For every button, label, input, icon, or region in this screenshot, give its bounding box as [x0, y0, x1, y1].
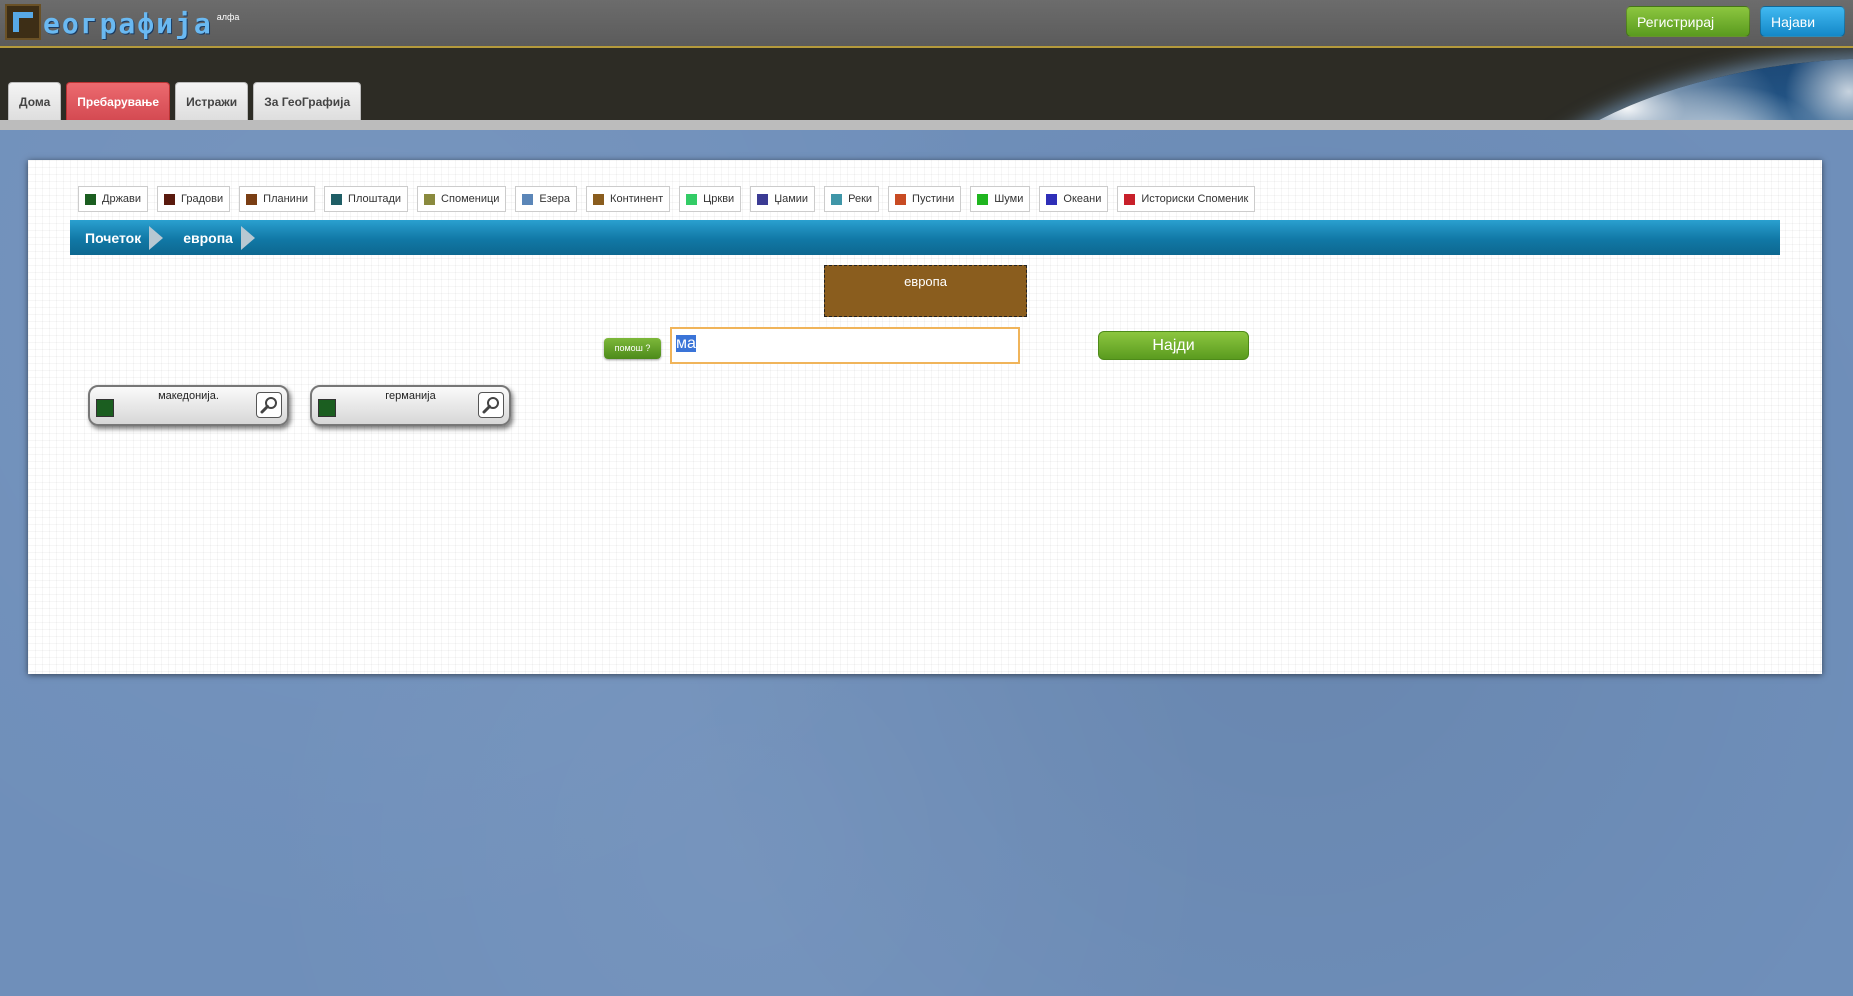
tab-search[interactable]: Пребарување	[66, 82, 171, 120]
earth-banner-image	[1480, 58, 1853, 120]
legend-item-countries[interactable]: Држави	[78, 186, 149, 212]
tab-about[interactable]: За ГеоГрафија	[253, 82, 362, 120]
breadcrumb-label: европа	[183, 229, 233, 246]
app-logo[interactable]: еографија алфа	[5, 4, 239, 42]
legend-item-deserts[interactable]: Пустини	[888, 186, 962, 212]
help-button[interactable]: помош ?	[604, 338, 661, 359]
legend-swatch	[1124, 193, 1136, 205]
breadcrumb-label: Почеток	[85, 229, 142, 246]
search-input[interactable]: ма	[670, 327, 1020, 364]
legend-label: Џамии	[774, 193, 809, 205]
legend-item-continent[interactable]: Континент	[586, 186, 671, 212]
logo-g-icon	[5, 4, 41, 40]
legend-label: Планини	[263, 193, 309, 205]
legend-item-monuments[interactable]: Споменици	[417, 186, 507, 212]
breadcrumb-item-home[interactable]: Почеток	[85, 225, 164, 250]
legend-swatch	[831, 193, 843, 205]
legend-swatch	[1046, 193, 1058, 205]
legend-item-forests[interactable]: Шуми	[970, 186, 1031, 212]
legend-label: Континент	[610, 193, 664, 205]
register-button[interactable]: Регистрирај Се!	[1626, 6, 1750, 61]
legend-item-historic-monument[interactable]: Историски Споменик	[1117, 186, 1256, 212]
legend-item-rivers[interactable]: Реки	[824, 186, 880, 212]
legend-swatch	[164, 193, 176, 205]
nav-band: Дома Пребарување Истражи За ГеоГрафија	[0, 48, 1853, 120]
logo-badge: алфа	[216, 12, 240, 22]
legend-label: Шуми	[994, 193, 1024, 205]
legend-swatch	[895, 193, 907, 205]
result-card[interactable]: германија	[310, 385, 511, 426]
category-legend: Држави Градови Планини Плоштади Спомениц…	[78, 186, 1256, 212]
nav-divider	[0, 120, 1853, 130]
legend-swatch	[246, 193, 258, 205]
legend-label: Градови	[181, 193, 224, 205]
legend-swatch	[85, 193, 96, 205]
find-button[interactable]: Најди	[1098, 331, 1249, 360]
legend-label: Држави	[102, 193, 142, 205]
legend-item-squares[interactable]: Плоштади	[324, 186, 409, 212]
legend-label: Споменици	[441, 193, 500, 205]
legend-item-churches[interactable]: Цркви	[679, 186, 742, 212]
legend-swatch	[331, 193, 343, 205]
legend-label: Езера	[539, 193, 571, 205]
legend-label: Историски Споменик	[1141, 193, 1249, 205]
breadcrumb: Почеток европа	[70, 220, 1780, 255]
logo-text: еографија	[43, 7, 213, 40]
legend-swatch	[593, 193, 605, 205]
tab-explore[interactable]: Истражи	[175, 82, 249, 120]
legend-item-mosques[interactable]: Џамии	[750, 186, 816, 212]
legend-swatch	[424, 193, 436, 205]
magnifier-icon[interactable]	[478, 392, 504, 418]
main-panel: Држави Градови Планини Плоштади Спомениц…	[28, 160, 1822, 674]
legend-swatch	[686, 193, 698, 205]
login-button[interactable]: Најави Се	[1760, 6, 1845, 61]
legend-label: Цркви	[703, 193, 735, 205]
legend-label: Плоштади	[348, 193, 402, 205]
legend-swatch	[522, 193, 534, 205]
chevron-right-icon	[149, 225, 164, 250]
magnifier-icon[interactable]	[256, 392, 282, 418]
legend-label: Океани	[1063, 193, 1102, 205]
legend-swatch	[977, 193, 989, 205]
legend-item-cities[interactable]: Градови	[157, 186, 231, 212]
chevron-right-icon	[240, 225, 255, 250]
main-tabs: Дома Пребарување Истражи За ГеоГрафија	[8, 82, 362, 120]
legend-label: Пустини	[912, 193, 955, 205]
legend-item-oceans[interactable]: Океани	[1039, 186, 1109, 212]
tab-home[interactable]: Дома	[8, 82, 62, 120]
breadcrumb-item-europe[interactable]: европа	[183, 225, 255, 250]
legend-item-mountains[interactable]: Планини	[239, 186, 316, 212]
top-bar: еографија алфа Регистрирај Се! Најави Се	[0, 0, 1853, 61]
legend-swatch	[757, 193, 769, 205]
current-continent-box[interactable]: европа	[824, 265, 1027, 317]
result-card[interactable]: македонија.	[88, 385, 289, 426]
search-input-value: ма	[676, 335, 696, 352]
legend-label: Реки	[848, 193, 873, 205]
legend-item-lakes[interactable]: Езера	[515, 186, 578, 212]
